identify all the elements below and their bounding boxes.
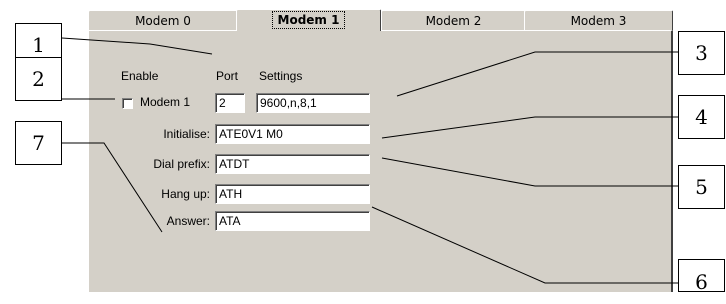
enable-header: Enable [121, 69, 159, 83]
dial-prefix-field[interactable]: ATDT [215, 154, 370, 174]
callout-6: 6 [678, 259, 725, 294]
tab-modem-0[interactable]: Modem 0 [88, 10, 238, 30]
callout-7: 7 [15, 121, 62, 165]
hang-up-field[interactable]: ATH [215, 184, 370, 204]
port-field[interactable]: 2 [215, 93, 245, 113]
settings-field[interactable]: 9600,n,8,1 [256, 93, 370, 113]
modem-settings-panel: Enable Port Settings Modem 1 2 9600,n,8,… [88, 30, 673, 292]
modem-enable-checkbox[interactable] [122, 98, 133, 109]
initialise-label: Initialise: [163, 127, 210, 141]
settings-header: Settings [259, 69, 303, 83]
tab-strip: Modem 0 Modem 1 Modem 2 Modem 3 [88, 9, 673, 31]
callout-3: 3 [678, 31, 725, 75]
tab-modem-1-label: Modem 1 [271, 11, 346, 29]
hang-up-label: Hang up: [161, 187, 210, 201]
callout-5: 5 [678, 165, 725, 209]
answer-label: Answer: [166, 214, 210, 228]
tab-modem-1[interactable]: Modem 1 [236, 9, 381, 31]
initialise-field[interactable]: ATE0V1 M0 [215, 124, 370, 144]
answer-field[interactable]: ATA [215, 211, 370, 231]
callout-2: 2 [15, 57, 62, 101]
modem-checkbox-label[interactable]: Modem 1 [140, 95, 190, 109]
port-header: Port [216, 69, 239, 83]
tab-modem-3[interactable]: Modem 3 [524, 10, 673, 30]
dial-prefix-label: Dial prefix: [153, 157, 210, 171]
callout-4: 4 [678, 95, 725, 139]
tab-modem-2[interactable]: Modem 2 [381, 10, 526, 30]
